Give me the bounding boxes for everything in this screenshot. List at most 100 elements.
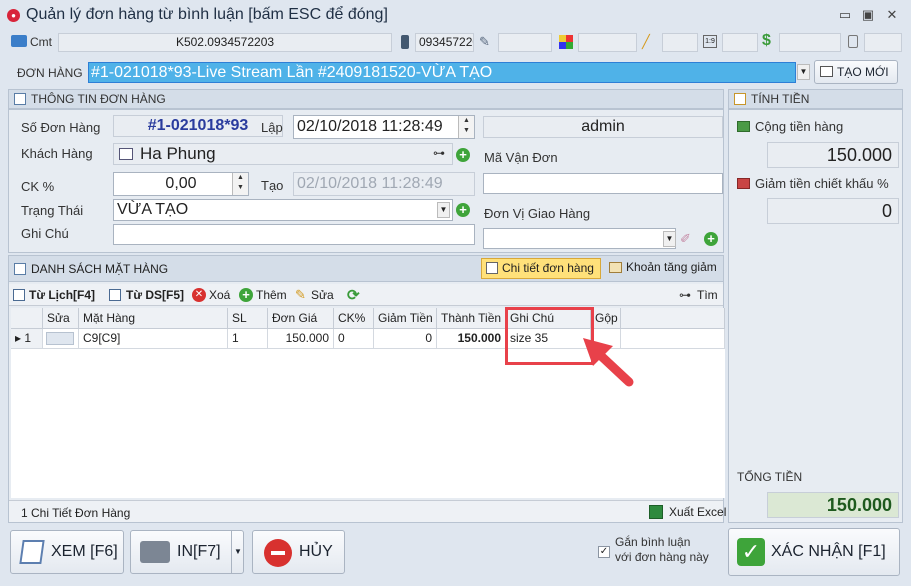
shipper-label: Đơn Vị Giao Hàng (484, 206, 591, 221)
column-header-total[interactable]: Thành Tiền (437, 308, 506, 329)
column-header-price[interactable]: Đơn Giá (268, 308, 334, 329)
info-field-2[interactable] (578, 33, 637, 52)
add-customer-icon[interactable]: + (456, 148, 470, 162)
totals-panel: Cộng tiền hàng 150.000 Giảm tiền chiết k… (728, 109, 903, 523)
info-section-icon (14, 93, 26, 105)
status-chevron-down-icon[interactable]: ▼ (437, 202, 450, 218)
table-row-edit-cell[interactable] (43, 329, 79, 349)
table-row-item[interactable]: C9[C9] (79, 329, 228, 349)
table-row-discount[interactable]: 0 (374, 329, 437, 349)
confirm-button[interactable]: ✓ XÁC NHẬN [F1] (728, 528, 900, 576)
edit-label: Sửa (311, 288, 334, 302)
from-list-button[interactable]: Từ DS[F5] (109, 287, 184, 303)
chevron-down-icon[interactable]: ▼ (797, 64, 810, 80)
attach-comment-label: Gắn bình luận với đơn hàng này (615, 535, 709, 565)
column-header-merge[interactable]: Gộp (591, 308, 621, 329)
items-status-bar: 1 Chi Tiết Đơn Hàng Xuất Excel (9, 500, 726, 522)
edit-cell-button[interactable] (46, 332, 74, 345)
shipper-chevron-down-icon[interactable]: ▼ (663, 231, 676, 247)
close-button[interactable]: ✕ (882, 7, 902, 23)
table-row-qty[interactable]: 1 (228, 329, 268, 349)
status-select[interactable]: VỪA TẠO (113, 199, 453, 221)
discount-amount-label: Giảm tiền chiết khấu % (755, 176, 889, 191)
table-row-total: 150.000 (437, 329, 506, 349)
info-field-3[interactable] (662, 33, 698, 52)
discount-field[interactable]: 0,00 (113, 172, 249, 196)
confirm-button-label: XÁC NHẬN [F1] (771, 543, 886, 560)
tracking-field[interactable] (483, 173, 723, 194)
order-no-label: Số Đơn Hàng (21, 120, 101, 135)
print-button[interactable]: IN[F7] ▼ (130, 530, 244, 574)
table-row-ck[interactable]: 0 (334, 329, 374, 349)
tag-icon: ✎ (479, 34, 490, 49)
pencil-icon: ✎ (295, 287, 306, 302)
row-number: 1 (24, 331, 32, 345)
calendar-icon (13, 289, 25, 301)
note-field[interactable] (113, 224, 475, 245)
info-section-title: THÔNG TIN ĐƠN HÀNG (31, 92, 166, 106)
edit-button[interactable]: ✎ Sửa (295, 287, 334, 303)
phone-field[interactable]: 093457220 (415, 33, 474, 52)
printer-icon (140, 541, 170, 563)
table-row-filler (621, 329, 725, 349)
row-indicator[interactable]: ▸ 1 (11, 329, 43, 349)
from-list-label: Từ DS[F5] (126, 288, 185, 302)
add-money-icon (737, 121, 750, 132)
column-header-edit[interactable]: Sửa (43, 308, 79, 329)
export-excel-button[interactable]: Xuất Excel (649, 505, 726, 519)
tab-order-details-label: Chi tiết đơn hàng (502, 261, 594, 275)
cmt-field[interactable]: K502.0934572203 (58, 33, 392, 52)
order-label: ĐƠN HÀNG (17, 66, 83, 80)
modified-label: Tạo (261, 178, 284, 193)
details-icon (486, 262, 498, 274)
info-field-1[interactable] (498, 33, 552, 52)
info-field-6[interactable] (864, 33, 902, 52)
totals-title: TÍNH TIỀN (751, 92, 810, 106)
discount-spinner[interactable]: ▲ ▼ (232, 173, 248, 195)
shipper-select[interactable] (483, 228, 676, 249)
document-list-icon (109, 289, 121, 301)
column-header-ck[interactable]: CK% (334, 308, 374, 329)
print-dropdown-chevron-icon[interactable]: ▼ (231, 531, 244, 573)
items-header: DANH SÁCH MẶT HÀNG Chi tiết đơn hàng Kho… (9, 256, 723, 282)
info-field-5[interactable] (779, 33, 841, 52)
status-label: Trạng Thái (21, 203, 84, 218)
items-title: DANH SÁCH MẶT HÀNG (31, 262, 169, 276)
export-excel-label: Xuất Excel (669, 505, 727, 519)
minimize-button[interactable]: ▭ (835, 7, 855, 23)
attach-comment-checkbox[interactable]: ✓ (598, 546, 610, 558)
refresh-icon[interactable]: ⟳ (347, 286, 360, 304)
info-bar: Cmt K502.0934572203 093457220 ✎ ╱ 1:9 $ (0, 30, 911, 56)
from-calendar-button[interactable]: Từ Lịch[F4] (13, 287, 95, 303)
created-date-field[interactable]: 02/10/2018 11:28:49 (293, 115, 475, 139)
new-order-button[interactable]: TẠO MỚI (814, 60, 898, 84)
eraser-icon[interactable]: ✐ (680, 231, 691, 247)
attach-comment-line-1: Gắn bình luận (615, 535, 691, 549)
add-status-icon[interactable]: + (456, 203, 470, 217)
column-header-discount[interactable]: Giảm Tiền (374, 308, 437, 329)
new-order-label: TẠO MỚI (837, 65, 889, 79)
tab-adjustments-label: Khoản tăng giảm (626, 260, 717, 274)
column-header-qty[interactable]: SL (228, 308, 268, 329)
view-button[interactable]: XEM [F6] (10, 530, 124, 574)
add-button[interactable]: + Thêm (239, 287, 287, 303)
checkmark-icon: ✓ (737, 538, 765, 566)
customer-field[interactable]: Ha Phung (113, 143, 453, 165)
totals-header: TÍNH TIỀN (728, 89, 903, 109)
column-header-item[interactable]: Mặt Hàng (79, 308, 228, 329)
column-header-no (11, 308, 43, 329)
delete-button[interactable]: ✕ Xoá (192, 287, 230, 303)
info-field-4[interactable] (722, 33, 758, 52)
created-spinner[interactable]: ▲ ▼ (458, 116, 474, 138)
order-select[interactable]: #1-021018*93-Live Stream Lần #2409181520… (88, 62, 796, 83)
add-shipper-icon[interactable]: + (704, 232, 718, 246)
list-icon (14, 263, 26, 275)
table-row-price[interactable]: 150.000 (268, 329, 334, 349)
tab-adjustments[interactable]: Khoản tăng giảm (606, 258, 722, 279)
cancel-button[interactable]: HỦY (252, 530, 345, 574)
maximize-button[interactable]: ▣ (858, 7, 878, 23)
search-button[interactable]: ⊶ Tìm (679, 287, 718, 303)
tab-order-details[interactable]: Chi tiết đơn hàng (481, 258, 601, 279)
binoculars-icon[interactable]: ⊶ (433, 146, 445, 160)
view-button-label: XEM [F6] (51, 543, 118, 560)
